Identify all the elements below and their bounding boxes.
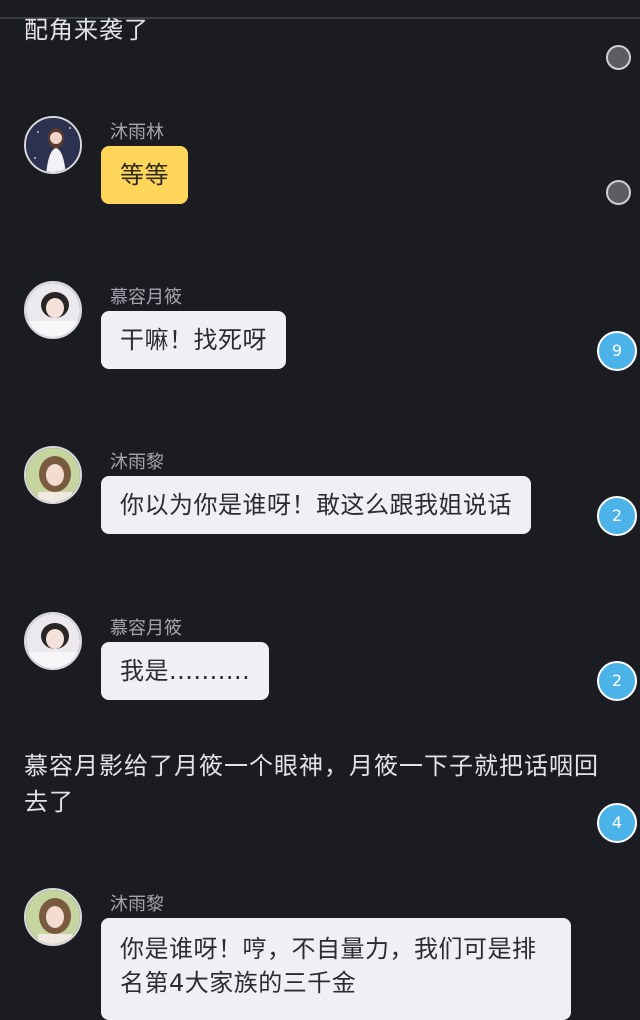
avatar[interactable] (24, 281, 82, 339)
comment-count-badge[interactable]: 9 (597, 331, 637, 371)
narration-text: 配角来袭了 (24, 16, 149, 44)
avatar[interactable] (24, 612, 82, 670)
empty-comment-dot[interactable] (606, 180, 631, 205)
comment-count-badge[interactable]: 4 (597, 803, 637, 843)
message-bubble[interactable]: 你以为你是谁呀！敢这么跟我姐说话 (101, 476, 531, 534)
avatar[interactable] (24, 888, 82, 946)
avatar[interactable] (24, 116, 82, 174)
message-bubble[interactable]: 等等 (101, 146, 188, 204)
narration-text: 慕容月影给了月筱一个眼神，月筱一下子就把话咽回去了 (24, 752, 599, 816)
comment-count-badge[interactable]: 2 (597, 496, 637, 536)
sender-name: 慕容月筱 (110, 618, 182, 639)
comment-count-badge[interactable]: 2 (597, 661, 637, 701)
message-bubble[interactable]: 我是.......... (101, 642, 270, 700)
empty-comment-dot[interactable] (606, 45, 631, 70)
sender-name: 沐雨林 (110, 122, 164, 143)
message-bubble[interactable]: 你是谁呀！哼，不自量力，我们可是排名第4大家族的三千金 (101, 918, 571, 1020)
sender-name: 沐雨黎 (110, 452, 164, 473)
sender-name: 沐雨黎 (110, 894, 164, 915)
sender-name: 慕容月筱 (110, 287, 182, 308)
avatar[interactable] (24, 446, 82, 504)
message-bubble[interactable]: 干嘛！找死呀 (101, 311, 286, 369)
